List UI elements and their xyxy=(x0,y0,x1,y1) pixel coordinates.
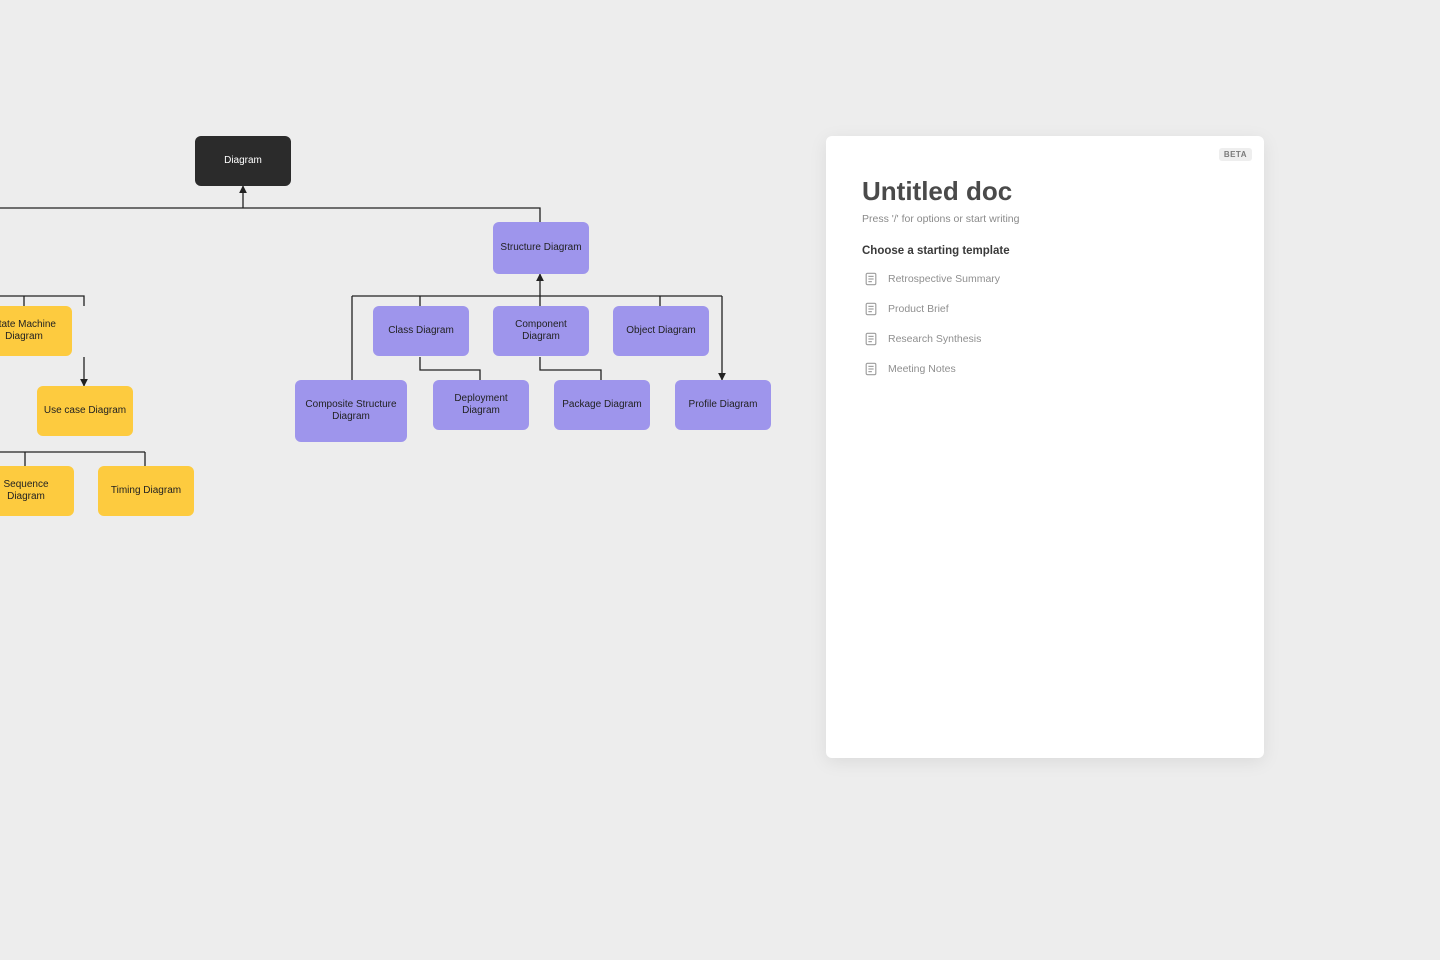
document-icon xyxy=(864,362,878,376)
node-label: Package Diagram xyxy=(562,399,641,412)
node-sequence-diagram[interactable]: Sequence Diagram xyxy=(0,466,74,516)
node-label: State Machine Diagram xyxy=(0,319,66,344)
beta-badge: BETA xyxy=(1219,148,1252,161)
doc-hint: Press '/' for options or start writing xyxy=(862,213,1228,225)
template-heading: Choose a starting template xyxy=(862,245,1228,257)
template-label: Product Brief xyxy=(888,303,949,315)
node-label: Class Diagram xyxy=(388,325,454,338)
node-label: Diagram xyxy=(224,155,262,168)
document-icon xyxy=(864,272,878,286)
node-component-diagram[interactable]: Component Diagram xyxy=(493,306,589,356)
node-use-case-diagram[interactable]: Use case Diagram xyxy=(37,386,133,436)
document-icon xyxy=(864,332,878,346)
template-retrospective-summary[interactable]: Retrospective Summary xyxy=(862,269,1228,289)
template-research-synthesis[interactable]: Research Synthesis xyxy=(862,329,1228,349)
template-meeting-notes[interactable]: Meeting Notes xyxy=(862,359,1228,379)
node-label: Object Diagram xyxy=(626,325,695,338)
node-profile-diagram[interactable]: Profile Diagram xyxy=(675,380,771,430)
template-label: Research Synthesis xyxy=(888,333,981,345)
node-deployment-diagram[interactable]: Deployment Diagram xyxy=(433,380,529,430)
template-product-brief[interactable]: Product Brief xyxy=(862,299,1228,319)
template-list: Retrospective Summary Product Brief xyxy=(862,269,1228,379)
node-composite-structure-diagram[interactable]: Composite Structure Diagram xyxy=(295,380,407,442)
document-icon xyxy=(864,302,878,316)
node-state-machine-diagram[interactable]: State Machine Diagram xyxy=(0,306,72,356)
template-label: Retrospective Summary xyxy=(888,273,1000,285)
node-root-diagram[interactable]: Diagram xyxy=(195,136,291,186)
node-class-diagram[interactable]: Class Diagram xyxy=(373,306,469,356)
doc-title[interactable]: Untitled doc xyxy=(862,176,1228,207)
node-timing-diagram[interactable]: Timing Diagram xyxy=(98,466,194,516)
node-label: Composite Structure Diagram xyxy=(301,399,401,424)
node-label: Deployment Diagram xyxy=(439,393,523,418)
node-structure-diagram[interactable]: Structure Diagram xyxy=(493,222,589,274)
node-label: Profile Diagram xyxy=(689,399,758,412)
node-label: Sequence Diagram xyxy=(0,479,68,504)
template-label: Meeting Notes xyxy=(888,363,956,375)
node-label: Component Diagram xyxy=(499,319,583,344)
node-label: Use case Diagram xyxy=(44,405,126,418)
node-label: Timing Diagram xyxy=(111,485,181,498)
node-object-diagram[interactable]: Object Diagram xyxy=(613,306,709,356)
node-label: Structure Diagram xyxy=(500,242,581,255)
doc-panel[interactable]: BETA Untitled doc Press '/' for options … xyxy=(826,136,1264,758)
node-package-diagram[interactable]: Package Diagram xyxy=(554,380,650,430)
